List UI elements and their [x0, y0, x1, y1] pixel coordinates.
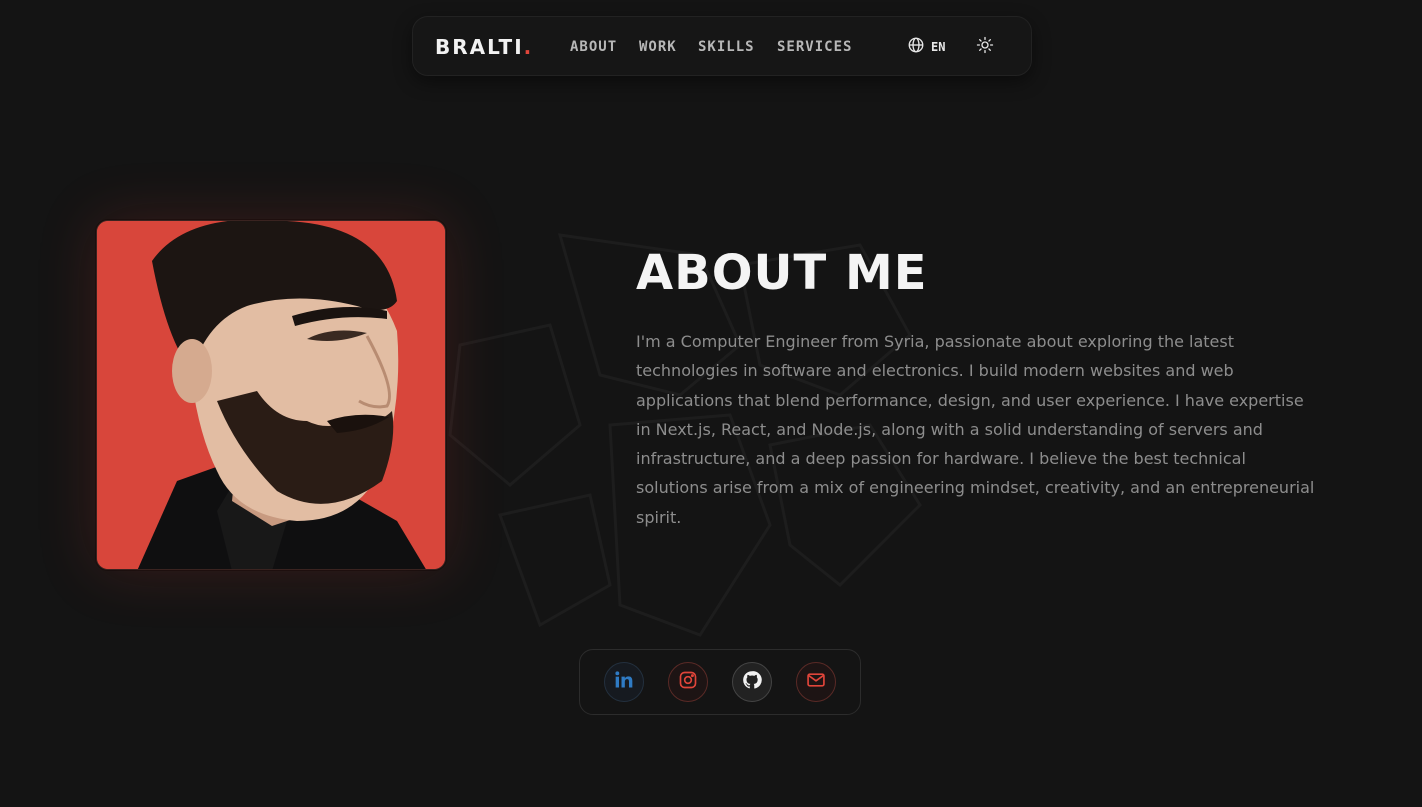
globe-icon [907, 36, 925, 58]
linkedin-button[interactable] [604, 662, 644, 702]
nav-link-services[interactable]: SERVICES [777, 39, 852, 55]
nav-link-skills[interactable]: SKILLS [698, 39, 755, 55]
logo-dot: . [523, 35, 534, 59]
instagram-icon [678, 670, 698, 694]
email-button[interactable] [796, 662, 836, 702]
nav-link-work[interactable]: WORK [639, 39, 677, 55]
page: BRALTI. ABOUT WORK SKILLS SERVICES EN AB… [0, 0, 1422, 807]
logo-text: BRALTI [435, 35, 524, 59]
mail-icon [806, 670, 826, 694]
logo[interactable]: BRALTI. [435, 35, 533, 59]
linkedin-icon [614, 670, 634, 694]
about-title: ABOUT ME [636, 245, 928, 301]
navbar: BRALTI. ABOUT WORK SKILLS SERVICES EN [412, 16, 1032, 76]
nav-link-about[interactable]: ABOUT [570, 39, 617, 55]
instagram-button[interactable] [668, 662, 708, 702]
github-button[interactable] [732, 662, 772, 702]
social-links-bar [579, 649, 861, 715]
sun-icon [976, 36, 994, 58]
profile-photo [96, 220, 446, 570]
github-icon [742, 670, 762, 694]
language-switcher[interactable]: EN [907, 37, 945, 57]
about-description: I'm a Computer Engineer from Syria, pass… [636, 332, 1315, 527]
language-label: EN [931, 40, 946, 54]
theme-toggle-button[interactable] [975, 36, 995, 58]
